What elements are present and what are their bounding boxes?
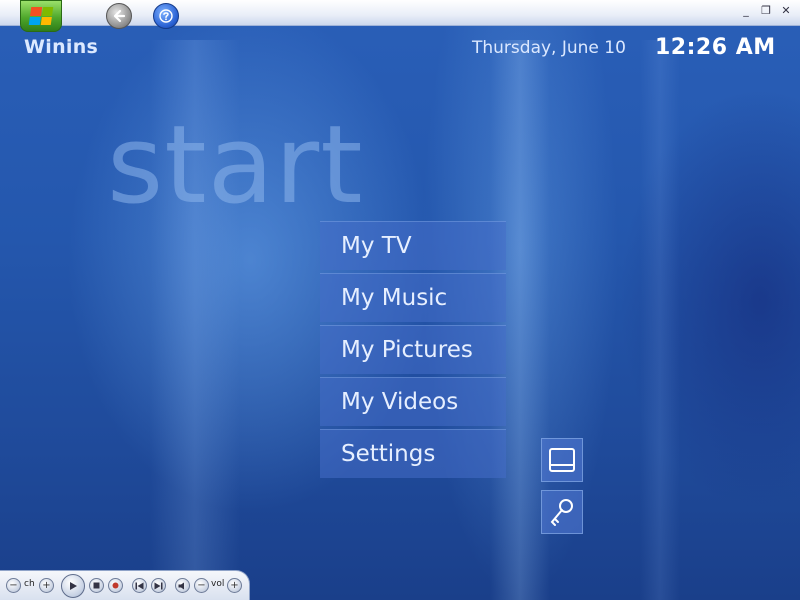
volume-label: vol: [211, 579, 225, 589]
skip-forward-button[interactable]: [151, 578, 166, 593]
start-logo-button[interactable]: [20, 0, 62, 32]
main-menu: My TV My Music My Pictures My Videos Set…: [320, 221, 506, 481]
shutdown-tile[interactable]: [541, 438, 583, 482]
transport-controls: − ch + − vol +: [0, 570, 250, 600]
menu-item-my-pictures[interactable]: My Pictures: [320, 325, 506, 374]
back-arrow-icon: [113, 9, 126, 23]
channel-up-button[interactable]: +: [39, 578, 54, 593]
question-mark-icon: [159, 9, 173, 23]
speaker-icon: [178, 582, 184, 589]
play-icon: [70, 582, 77, 590]
skip-back-icon: [135, 582, 144, 589]
record-button[interactable]: [108, 578, 123, 593]
back-button[interactable]: [106, 3, 132, 29]
mute-button[interactable]: [175, 578, 190, 593]
menu-item-my-videos[interactable]: My Videos: [320, 377, 506, 426]
time-display: 12:26 AM: [655, 35, 776, 60]
stop-button[interactable]: [89, 578, 104, 593]
record-icon: [112, 582, 119, 589]
skip-forward-icon: [154, 582, 163, 589]
stop-icon: [93, 582, 100, 589]
menu-item-settings[interactable]: Settings: [320, 429, 506, 478]
play-button[interactable]: [61, 574, 85, 598]
key-icon: [550, 499, 573, 526]
restore-button[interactable]: ❐: [760, 5, 772, 17]
close-button[interactable]: ✕: [780, 5, 792, 17]
channel-label: ch: [24, 579, 35, 589]
help-button[interactable]: [153, 3, 179, 29]
skip-back-button[interactable]: [132, 578, 147, 593]
monitor-icon: [549, 448, 575, 472]
volume-up-button[interactable]: +: [227, 578, 242, 593]
date-display: Thursday, June 10: [472, 38, 626, 58]
menu-item-my-tv[interactable]: My TV: [320, 221, 506, 270]
top-bar: _ ❐ ✕: [0, 0, 800, 32]
minimize-button[interactable]: _: [740, 5, 752, 17]
page-title: start: [107, 103, 364, 228]
windows-flag-icon: [28, 7, 54, 25]
channel-down-button[interactable]: −: [6, 578, 21, 593]
volume-down-button[interactable]: −: [194, 578, 209, 593]
app-name: Winins: [24, 36, 99, 58]
menu-item-my-music[interactable]: My Music: [320, 273, 506, 322]
password-tile[interactable]: [541, 490, 583, 534]
